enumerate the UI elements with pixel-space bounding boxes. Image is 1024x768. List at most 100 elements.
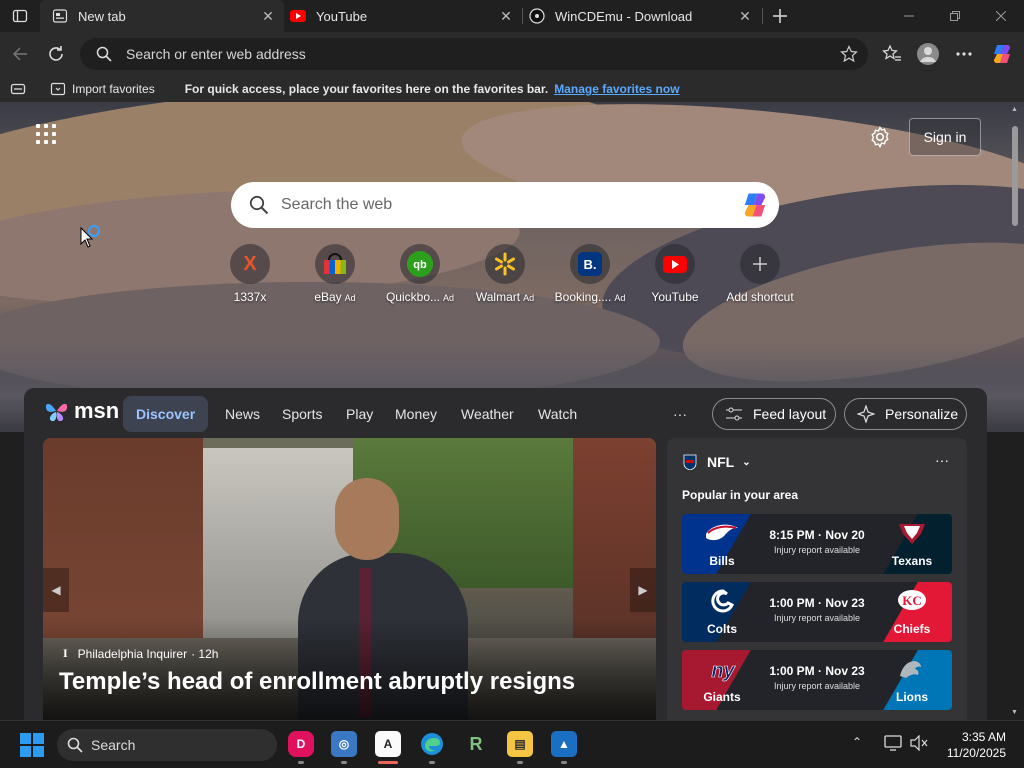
ad-badge: Ad [523,293,535,303]
tab-actions-icon[interactable] [6,2,34,30]
apps-grid-icon[interactable] [36,124,58,146]
favorites-icon[interactable] [878,40,906,68]
tab-discover[interactable]: Discover [123,396,209,432]
msn-logo[interactable]: msn [44,398,119,424]
sliders-icon [725,407,743,421]
page-scrollbar[interactable]: ▲ ▼ [1010,106,1020,716]
manage-favorites-link[interactable]: Manage favorites now [554,82,679,96]
personalize-button[interactable]: Personalize [844,398,967,430]
carousel-prev-button[interactable]: ◀ [43,568,69,612]
tab-wincdemu[interactable]: WinCDEmu - Download ✕ [523,0,761,32]
nfl-title: NFL [707,454,735,470]
close-window-icon[interactable] [978,0,1024,32]
shortcut-walmart[interactable]: Walmart Ad [461,244,549,304]
giants-logo-icon: ny [711,660,736,682]
running-indicator [561,761,567,764]
bills-logo-icon [706,524,738,541]
feed-layout-label: Feed layout [753,406,827,422]
team-name: Colts [707,622,737,636]
taskbar-clock[interactable]: 3:35 AM 11/20/2025 [947,729,1006,761]
close-icon[interactable]: ✕ [260,8,276,24]
taskbar-app-r-icon[interactable]: R [463,731,489,757]
refresh-icon[interactable] [42,40,70,68]
tab-weather[interactable]: Weather [461,396,514,432]
shortcut-label: Quickbo... [385,290,440,304]
address-placeholder: Search or enter web address [126,46,306,62]
tab-youtube[interactable]: YouTube ✕ [284,0,522,32]
game-card[interactable]: Colts 1:00 PM · Nov 23 Injury report ava… [682,582,952,642]
address-bar[interactable]: Search or enter web address [80,38,868,70]
plus-icon [740,244,780,284]
game-card[interactable]: ny Giants 1:00 PM · Nov 23 Injury report… [682,650,952,710]
import-favorites-label: Import favorites [72,82,155,96]
web-search-box[interactable]: Search the web [231,182,779,228]
tab-watch[interactable]: Watch [538,396,577,432]
nfl-more-icon[interactable]: ··· [935,452,949,468]
taskbar-file-explorer-icon[interactable]: ▤ [507,731,533,757]
tab-money[interactable]: Money [395,396,437,432]
copilot-icon[interactable] [988,40,1016,68]
game-time: 8:15 PM · Nov 20 [769,528,865,542]
restore-icon[interactable] [932,0,978,32]
import-icon [50,81,66,97]
shortcut-1337x[interactable]: X 1337x [206,244,294,304]
taskbar-app-d-icon[interactable]: D [288,731,314,757]
shortcut-ebay[interactable]: eBay Ad [291,244,379,304]
source-name: Philadelphia Inquirer [77,646,188,661]
tab-news[interactable]: News [225,396,260,432]
search-icon [96,46,112,62]
new-tab-button[interactable] [766,2,794,30]
taskbar-search[interactable]: Search [57,729,277,761]
hero-article-card[interactable]: ◀ ▶ I Philadelphia Inquirer · 12h Temple… [43,438,656,720]
ebay-icon [315,244,355,284]
profile-avatar-icon[interactable] [914,40,942,68]
ad-badge: Ad [344,293,356,303]
texans-logo-icon [899,524,925,544]
shortcut-booking[interactable]: B. Booking.... Ad [546,244,634,304]
minimize-icon[interactable] [886,0,932,32]
personalize-label: Personalize [885,406,959,422]
shortcut-label: 1337x [233,290,267,304]
taskbar-edge-icon[interactable] [419,731,445,757]
taskbar-app-a-icon[interactable]: A [375,731,401,757]
game-card[interactable]: Bills 8:15 PM · Nov 20 Injury report ava… [682,514,952,574]
tab-new-tab[interactable]: New tab ✕ [40,0,284,32]
more-tabs-icon[interactable]: ··· [673,396,687,432]
add-shortcut-button[interactable]: Add shortcut [716,244,804,304]
shortcut-youtube[interactable]: YouTube [631,244,719,304]
close-icon[interactable]: ✕ [737,8,753,24]
tab-play[interactable]: Play [346,396,373,432]
import-favorites-button[interactable]: Import favorites [50,81,155,97]
taskbar-app-photos-icon[interactable]: ▲ [551,731,577,757]
more-options-icon[interactable] [950,40,978,68]
taskbar-search-label: Search [91,737,136,753]
chevron-up-icon[interactable]: ⌃ [852,735,862,749]
back-icon[interactable] [6,40,34,68]
sign-in-button[interactable]: Sign in [909,118,981,156]
team-name: Giants [703,690,741,704]
tab-strip: New tab ✕ YouTube ✕ WinCDEmu - Download … [0,0,1024,32]
feed-layout-button[interactable]: Feed layout [712,398,836,430]
copilot-icon[interactable] [741,191,769,224]
msn-label: msn [74,398,120,423]
network-monitor-icon[interactable] [884,735,902,756]
settings-gear-icon[interactable] [869,126,893,150]
close-icon[interactable]: ✕ [498,8,514,24]
inquirer-icon: I [63,646,68,660]
nfl-header[interactable]: NFL ⌄ [683,454,751,470]
taskbar-app-disc-icon[interactable]: ◎ [331,731,357,757]
shortcut-label: Booking.... [554,290,612,304]
scrollbar-thumb[interactable] [1012,126,1018,226]
chevron-down-icon: ⌄ [742,456,751,468]
speaker-muted-icon[interactable] [910,734,928,756]
collections-icon[interactable] [10,81,26,100]
hero-headline[interactable]: Temple’s head of enrollment abruptly res… [59,668,575,696]
carousel-next-button[interactable]: ▶ [630,568,656,612]
shortcut-label: eBay [314,290,342,304]
windows-start-icon[interactable] [20,733,44,762]
favorites-bar-message: For quick access, place your favorites h… [184,82,549,96]
tab-sports[interactable]: Sports [282,396,322,432]
favorite-star-icon[interactable] [840,45,858,68]
shortcut-quickbooks[interactable]: qb Quickbo... Ad [376,244,464,304]
shortcut-label: Add shortcut [726,290,794,304]
